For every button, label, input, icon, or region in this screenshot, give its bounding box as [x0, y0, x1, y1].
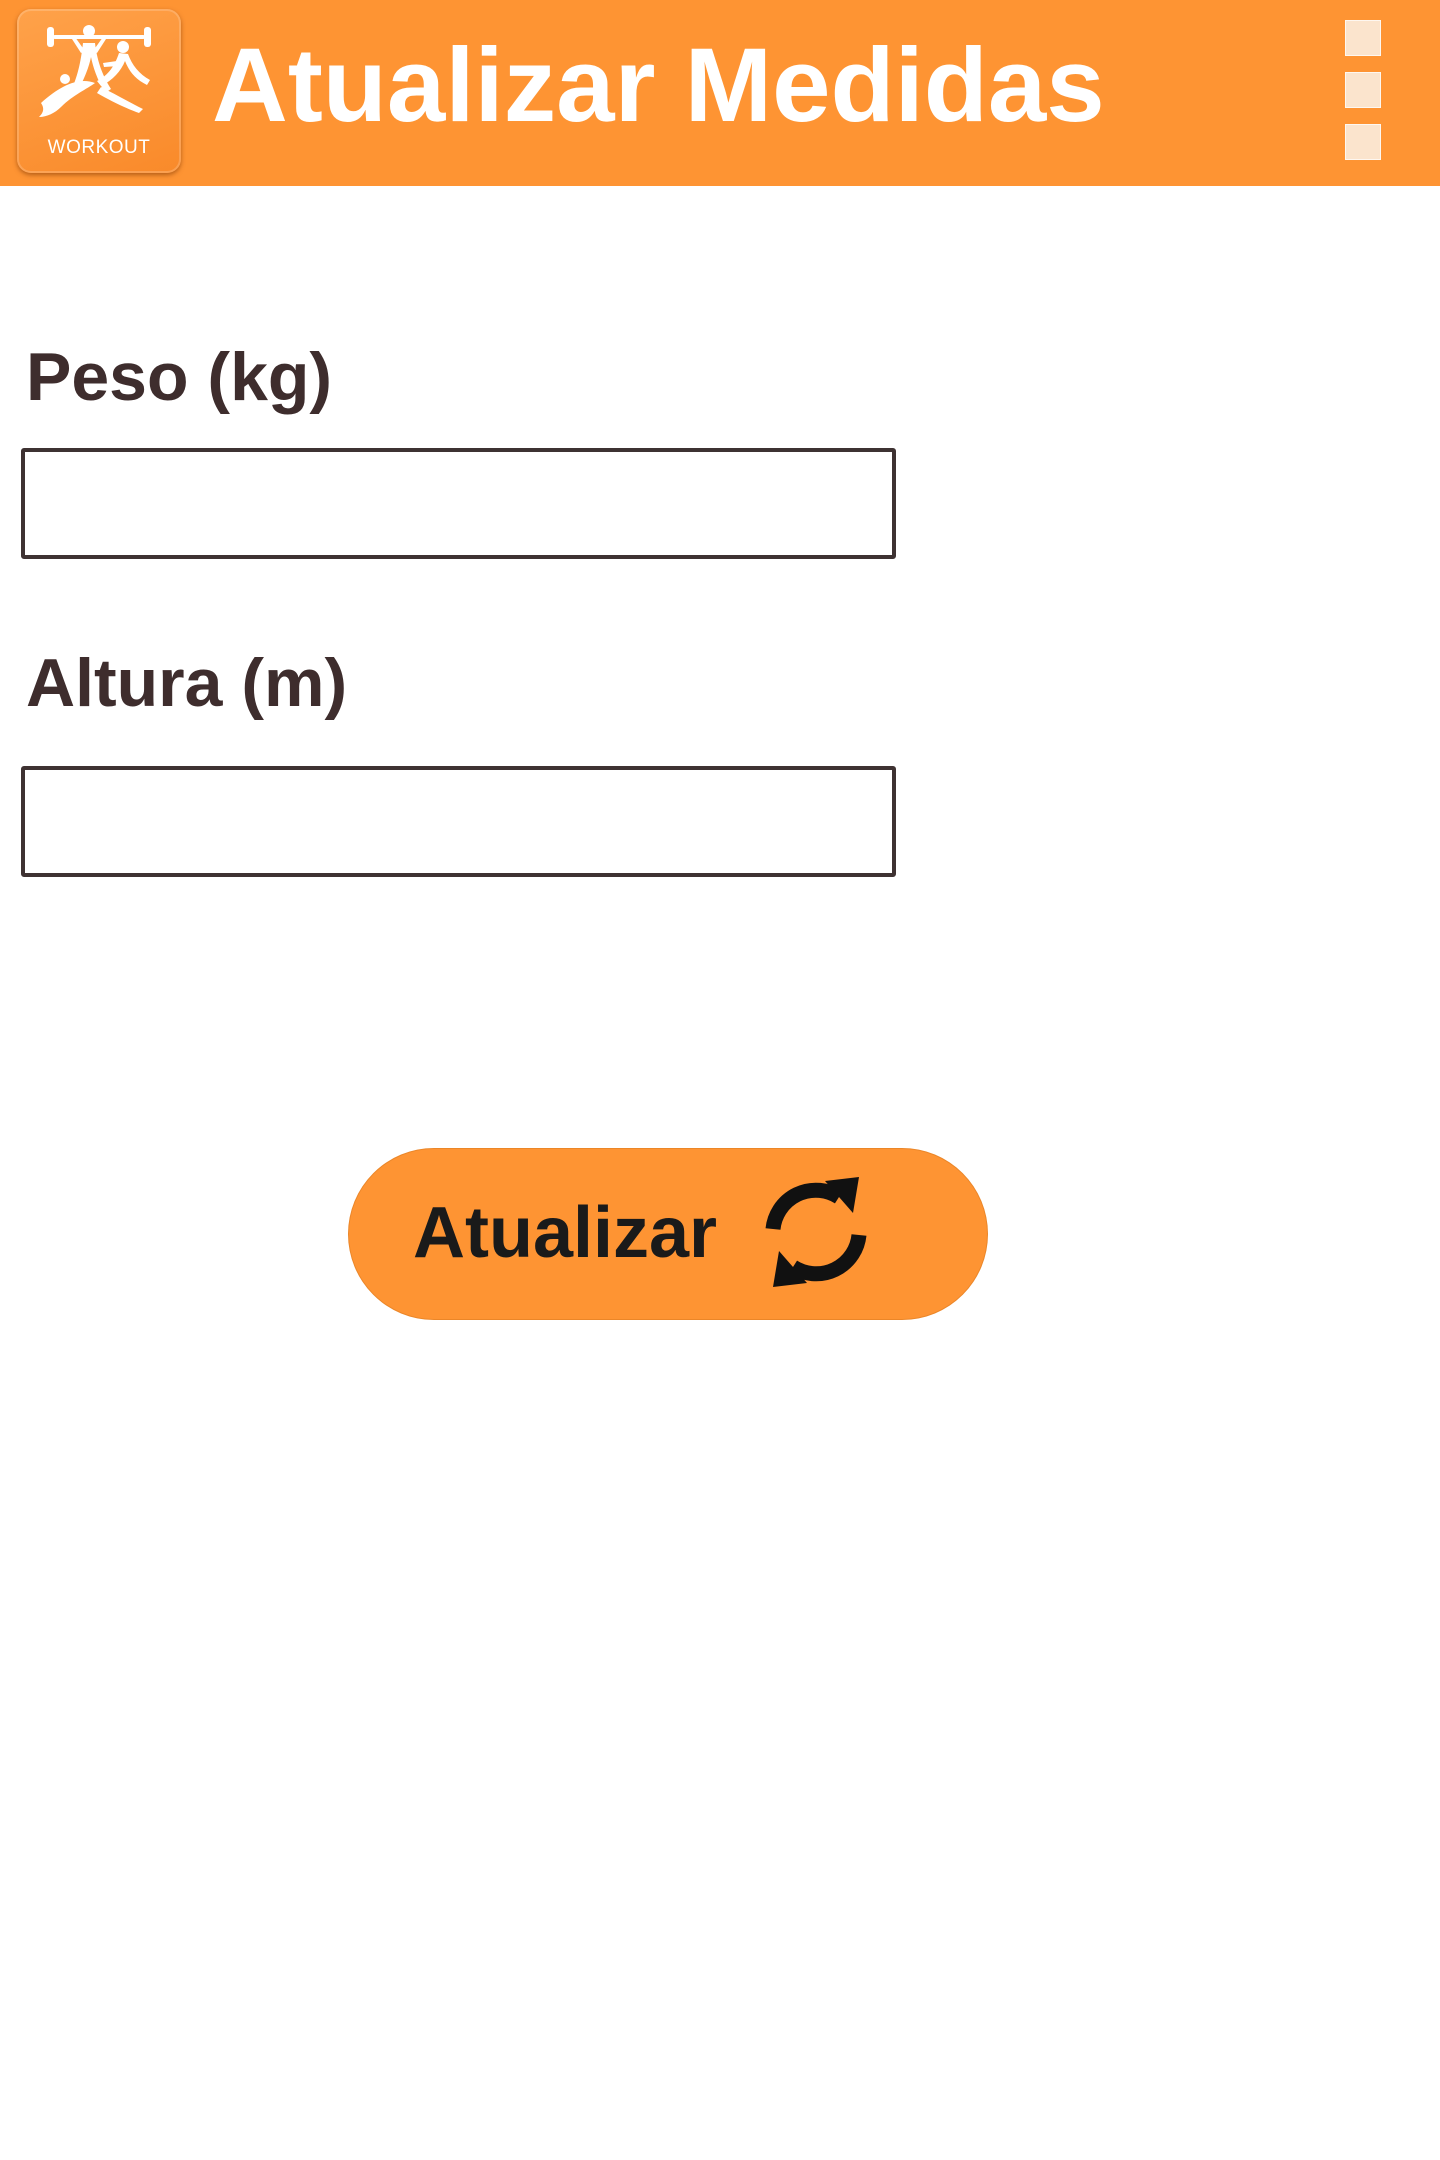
- workout-logo-icon: [39, 25, 151, 117]
- menu-dot: [1345, 20, 1381, 56]
- height-label: Altura (m): [26, 645, 348, 721]
- weight-input[interactable]: [21, 448, 896, 559]
- logo-caption: WORKOUT: [47, 137, 151, 158]
- page-title: Atualizar Medidas: [212, 27, 1105, 144]
- overflow-menu-button[interactable]: [1330, 18, 1386, 168]
- menu-dot: [1345, 124, 1381, 160]
- update-button-label: Atualizar: [413, 1193, 718, 1273]
- menu-dot: [1345, 72, 1381, 108]
- app-bar: WORKOUT Atualizar Medidas: [0, 0, 1440, 186]
- app-logo[interactable]: WORKOUT: [17, 9, 181, 173]
- update-button[interactable]: Atualizar: [348, 1148, 988, 1320]
- weight-label: Peso (kg): [26, 339, 333, 415]
- height-input[interactable]: [21, 766, 896, 877]
- refresh-icon: [765, 1177, 867, 1287]
